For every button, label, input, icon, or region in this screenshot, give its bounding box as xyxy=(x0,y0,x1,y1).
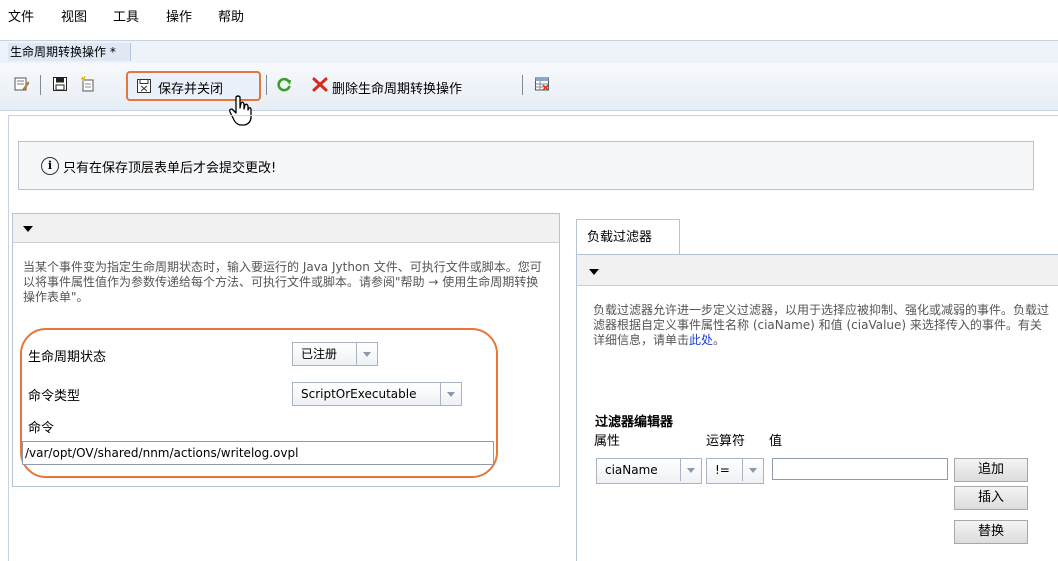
filter-editor-title: 过滤器编辑器 xyxy=(595,415,674,430)
column-operator: 运算符 xyxy=(706,434,746,449)
payload-filter-panel: 负载过滤器允许进一步定义过滤器，以用于选择应被抑制、强化或减弱的事件。负载过滤器… xyxy=(576,254,1058,561)
chevron-down-icon[interactable] xyxy=(680,459,701,481)
tab-lifecycle-action[interactable]: 生命周期转换操作 * xyxy=(8,43,131,61)
menu-actions[interactable]: 操作 xyxy=(166,6,192,25)
lifecycle-state-select[interactable]: 已注册 xyxy=(292,342,378,366)
command-label: 命令 xyxy=(28,421,55,436)
replace-button[interactable]: 替换 xyxy=(954,520,1028,544)
command-input[interactable]: /var/opt/OV/shared/nnm/actions/writelog.… xyxy=(22,441,494,465)
payload-filter-panel-header[interactable] xyxy=(577,255,1058,286)
lifecycle-state-value: 已注册 xyxy=(301,347,338,361)
info-icon: i xyxy=(41,157,59,175)
payload-filter-description: 负载过滤器允许进一步定义过滤器，以用于选择应被抑制、强化或减弱的事件。负载过滤器… xyxy=(593,303,1053,348)
payload-filter-description-text: 负载过滤器允许进一步定义过滤器，以用于选择应被抑制、强化或减弱的事件。负载过滤器… xyxy=(593,303,1050,347)
info-message: 只有在保存顶层表单后才会提交更改! xyxy=(63,161,277,176)
lifecycle-description: 当某个事件变为指定生命周期状态时，输入要运行的 Java Jython 文件、可… xyxy=(23,260,542,304)
command-type-select[interactable]: ScriptOrExecutable xyxy=(292,382,462,406)
edit-form-icon[interactable] xyxy=(14,76,30,92)
add-button[interactable]: 追加 xyxy=(954,458,1028,482)
attribute-select[interactable]: ciaName xyxy=(596,458,702,484)
menu-bar: 文件 视图 工具 操作 帮助 xyxy=(0,0,1058,32)
attribute-value: ciaName xyxy=(605,463,658,477)
tab-payload-filter[interactable]: 负载过滤器 xyxy=(576,219,680,255)
delete-button[interactable]: 删除生命周期转换操作 xyxy=(332,78,462,97)
menu-tools[interactable]: 工具 xyxy=(113,6,139,25)
description-end: 。 xyxy=(713,333,726,347)
lifecycle-state-label: 生命周期状态 xyxy=(28,350,107,365)
help-link[interactable]: 此处 xyxy=(689,333,713,347)
operator-select[interactable]: != xyxy=(706,458,764,484)
value-input[interactable] xyxy=(772,458,948,480)
command-type-label: 命令类型 xyxy=(28,389,81,404)
refresh-icon[interactable] xyxy=(276,76,292,92)
collapse-caret-icon[interactable] xyxy=(589,269,599,275)
save-close-icon xyxy=(136,78,152,94)
menu-view[interactable]: 视图 xyxy=(61,6,87,25)
table-icon[interactable] xyxy=(534,76,550,92)
chevron-down-icon[interactable] xyxy=(356,343,377,365)
menu-help[interactable]: 帮助 xyxy=(218,6,244,25)
lifecycle-panel-header[interactable] xyxy=(13,214,559,243)
collapse-caret-icon[interactable] xyxy=(23,226,33,232)
new-icon[interactable] xyxy=(80,75,96,92)
command-type-value: ScriptOrExecutable xyxy=(301,387,417,401)
delete-icon[interactable] xyxy=(312,76,328,92)
info-message-box: i 只有在保存顶层表单后才会提交更改! xyxy=(18,141,1034,190)
toolbar-separator xyxy=(40,75,41,95)
save-close-label: 保存并关闭 xyxy=(158,82,224,97)
chevron-down-icon[interactable] xyxy=(440,383,461,405)
menu-file[interactable]: 文件 xyxy=(8,6,34,25)
toolbar-separator xyxy=(522,75,523,95)
toolbar-separator xyxy=(266,75,267,95)
toolbar: 保存并关闭 删除生命周期转换操作 xyxy=(0,63,1058,111)
operator-value: != xyxy=(715,463,730,477)
form-tab-strip: 生命周期转换操作 * xyxy=(0,40,1058,64)
save-icon[interactable] xyxy=(52,76,68,92)
chevron-down-icon[interactable] xyxy=(742,459,763,481)
column-attribute: 属性 xyxy=(594,434,621,449)
panel-splitter[interactable] xyxy=(566,213,569,560)
insert-button[interactable]: 插入 xyxy=(954,486,1028,510)
column-value: 值 xyxy=(769,434,783,449)
